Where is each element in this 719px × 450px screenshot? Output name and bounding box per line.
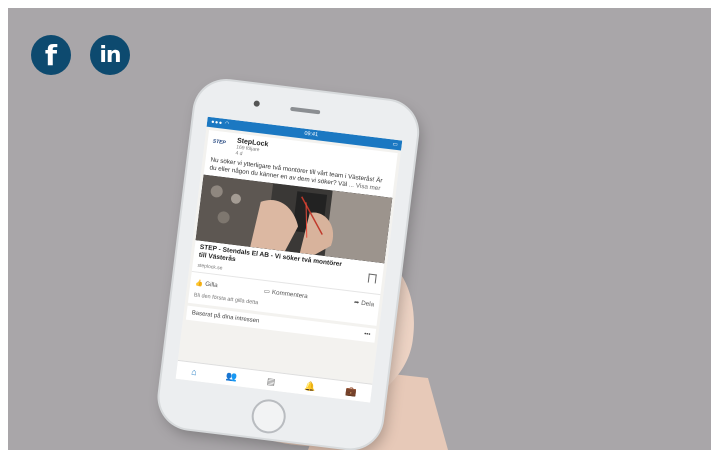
bottom-tab-bar: ⌂ 👥 ▤ 🔔 💼 (175, 359, 373, 403)
share-label: Dela (360, 299, 375, 308)
comment-label: Kommentera (271, 288, 309, 300)
camera-icon (253, 100, 261, 107)
bookmark-icon[interactable] (367, 273, 377, 284)
notifications-icon[interactable]: 🔔 (304, 380, 316, 392)
phone-screen: ●●● ◠ 09:41 ▭ STEP StepLock 169 följare … (175, 116, 403, 403)
comment-button[interactable]: ▭ Kommentera (264, 287, 309, 300)
home-icon[interactable]: ⌂ (191, 367, 198, 378)
comment-icon: ▭ (263, 287, 271, 296)
battery-icon: ▭ (392, 141, 399, 149)
feed-section-title: Baserat på dina intressen (191, 310, 260, 325)
phone-mockup: ●●● ◠ 09:41 ▭ STEP StepLock 169 följare … (155, 77, 427, 450)
banner-background: f in ●●● ◠ 09:41 ▭ STEP StepLock 169 föl… (8, 8, 711, 450)
thumbs-up-icon: 👍 (194, 279, 204, 288)
more-options-icon[interactable]: ••• (364, 331, 371, 338)
status-time: 09:41 (303, 130, 319, 139)
signal-icon: ●●● ◠ (210, 119, 231, 128)
company-logo-text: STEP (212, 138, 227, 147)
home-button[interactable] (249, 397, 288, 436)
company-logo[interactable]: STEP (212, 135, 234, 151)
post-card[interactable]: STEP StepLock 169 följare 4 d Nu söker v… (187, 129, 398, 326)
speaker-grille (290, 106, 321, 115)
like-label: Gilla (204, 280, 219, 289)
network-icon[interactable]: 👥 (226, 370, 238, 382)
messages-icon[interactable]: ▤ (266, 375, 276, 387)
jobs-icon[interactable]: 💼 (345, 385, 357, 397)
share-button[interactable]: ➦ Dela (354, 298, 375, 308)
like-button[interactable]: 👍 Gilla (195, 278, 218, 289)
share-icon: ➦ (353, 298, 360, 307)
phone-body: ●●● ◠ 09:41 ▭ STEP StepLock 169 följare … (155, 77, 421, 450)
